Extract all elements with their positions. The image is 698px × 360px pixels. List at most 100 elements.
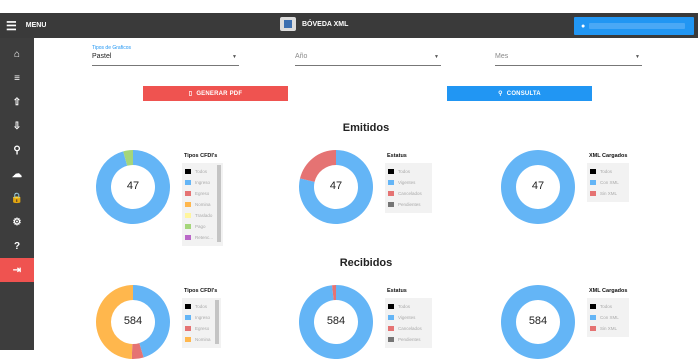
legend-swatch [590,304,596,309]
legend-swatch [185,315,191,320]
donut-total: 47 [329,180,343,192]
legend-label: Pendientes [398,337,421,342]
legend-label: Vigentes [398,180,416,185]
legend-item[interactable]: Cancelados [388,323,422,334]
recibidos-title: Recibidos [339,257,393,269]
legend-item[interactable]: Vigentes [388,312,422,323]
legend-label: Todos [195,169,208,174]
legend-swatch [388,202,394,207]
donut-total: 47 [126,180,140,192]
legend-item[interactable]: Egreso [185,323,211,334]
month-select[interactable]: Mes ▼ [495,42,642,66]
legend-swatch [185,224,191,229]
legend-label: Nomina [195,202,211,207]
legend-item[interactable]: Todos [185,166,213,177]
legend-swatch [590,315,596,320]
legend-scrollbar[interactable] [217,165,222,242]
legend-label: Retenc... [195,235,214,240]
legend-swatch [388,191,394,196]
legend-label: Pendientes [398,202,421,207]
lock-icon: 🔒 [10,192,24,204]
legend-label: Con XML [600,180,619,185]
chart-legend: Todos Vigentes Cancelados Pendientes [385,163,432,213]
sidebar-cloud[interactable]: ☁ [0,162,34,186]
app-title-text: BÓVEDA XML [302,20,349,28]
generate-pdf-button[interactable]: ▯ GENERAR PDF [143,86,288,101]
legend-item[interactable]: Todos [388,301,422,312]
legend-item[interactable]: Traslado [185,210,213,221]
legend-swatch [590,169,596,174]
legend-item[interactable]: Ingreso [185,177,213,188]
legend-scrollbar[interactable] [214,300,219,344]
legend-item[interactable]: Todos [185,301,211,312]
legend-item[interactable]: Todos [388,166,422,177]
legend-item[interactable]: Retenc... [185,232,213,243]
app-logo-icon [280,17,296,31]
legend-label: Todos [195,304,208,309]
legend-item[interactable]: Egreso [185,188,213,199]
top-bar: ☰ MENU BÓVEDA XML ● [0,13,698,38]
legend-swatch [388,169,394,174]
legend-swatch [590,191,596,196]
chevron-down-icon: ▼ [434,54,439,60]
legend-swatch [185,191,191,196]
legend-label: Sin XML [600,326,618,331]
consulta-label: CONSULTA [506,90,541,97]
legend-item[interactable]: Ingreso [185,312,211,323]
year-select[interactable]: Año ▼ [295,42,441,66]
legend-title: Tipos CFDI's [184,288,218,294]
sidebar-upload[interactable]: ⇧ [0,90,34,114]
donut-total: 584 [326,315,346,327]
emitidos-title: Emitidos [342,122,390,134]
legend-label: Egreso [195,326,210,331]
legend-item[interactable]: Pendientes [388,334,422,345]
legend-swatch [185,326,191,331]
chart-legend: Todos Con XML Sin XML [587,163,629,202]
legend-swatch [388,304,394,309]
user-icon: ● [581,22,586,30]
chart-legend: Todos Vigentes Cancelados Pendientes [385,298,432,348]
sidebar-search[interactable]: ⚲ [0,138,34,162]
legend-item[interactable]: Pago [185,221,213,232]
legend-swatch [185,213,191,218]
legend-title: XML Cargados [589,288,628,294]
donut-slice[interactable] [300,150,336,182]
legend-label: Todos [600,169,613,174]
legend-label: Todos [600,304,613,309]
sidebar-home[interactable]: ⌂ [0,42,34,66]
sidebar-list[interactable]: ≡ [0,66,34,90]
menu-label: MENU [25,22,47,29]
legend-label: Todos [398,169,411,174]
legend-item[interactable]: Nomina [185,334,211,345]
legend-item[interactable]: Todos [590,301,619,312]
legend-item[interactable]: Cancelados [388,188,422,199]
legend-item[interactable]: Sin XML [590,188,619,199]
legend-item[interactable]: Sin XML [590,323,619,334]
consulta-button[interactable]: ⚲ CONSULTA [447,86,592,101]
legend-label: Egreso [195,191,210,196]
legend-item[interactable]: Con XML [590,312,619,323]
hamburger-icon: ☰ [6,18,17,33]
legend-label: Traslado [195,213,213,218]
chart-type-value: Pastel [92,53,112,60]
menu-button[interactable]: ☰ MENU [6,17,46,34]
sidebar-gear[interactable]: ⚙ [0,210,34,234]
sidebar-help[interactable]: ? [0,234,34,258]
legend-item[interactable]: Nomina [185,199,213,210]
donut-total: 584 [528,315,548,327]
legend-item[interactable]: Con XML [590,177,619,188]
legend-item[interactable]: Pendientes [388,199,422,210]
sidebar-lock[interactable]: 🔒 [0,186,34,210]
legend-title: Estatus [387,153,407,159]
legend-item[interactable]: Todos [590,166,619,177]
user-menu-button[interactable]: ● [574,17,694,35]
legend-swatch [388,326,394,331]
legend-swatch [590,180,596,185]
search-icon: ⚲ [13,144,21,156]
legend-label: Sin XML [600,191,618,196]
legend-label: Ingreso [195,180,211,185]
legend-swatch [185,202,191,207]
legend-swatch [388,315,394,320]
legend-item[interactable]: Vigentes [388,177,422,188]
chart-type-select[interactable]: Tipos de Graficos Pastel ▼ [92,42,239,66]
